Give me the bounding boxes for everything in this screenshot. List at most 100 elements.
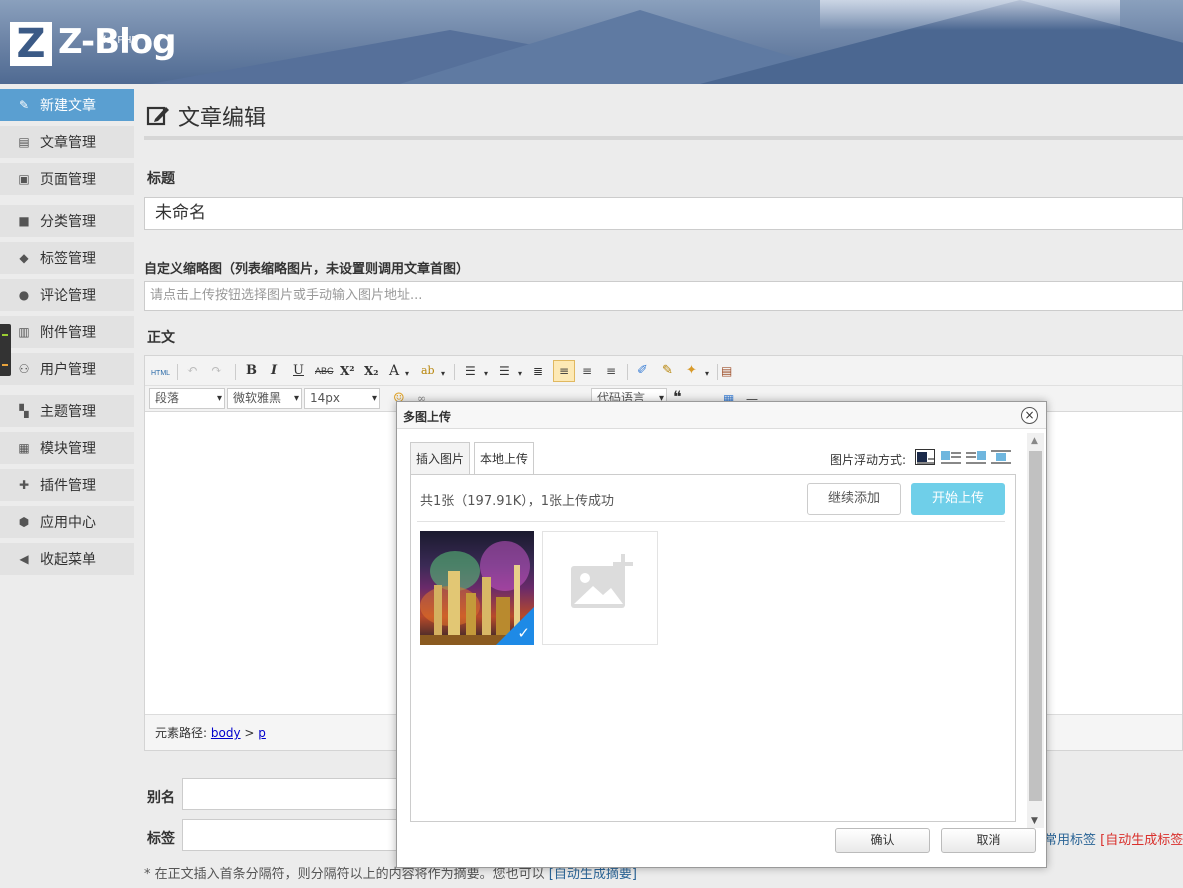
box-icon: ⬢ bbox=[18, 515, 30, 529]
title-label: 标题 bbox=[147, 171, 175, 187]
font-family-select[interactable]: 微软雅黑 bbox=[227, 388, 302, 409]
float-none-icon[interactable] bbox=[915, 449, 935, 465]
thumbnail-input[interactable]: 请点击上传按钮选择图片或手动输入图片地址... bbox=[144, 281, 1183, 311]
chevron-down-icon[interactable]: ▾ bbox=[518, 365, 522, 383]
font-color-button[interactable]: A bbox=[389, 362, 399, 380]
tab-insert-image[interactable]: 插入图片 bbox=[410, 442, 471, 474]
html-source-button[interactable]: HTML bbox=[151, 365, 170, 383]
element-path-body-link[interactable]: body bbox=[211, 726, 241, 740]
dialog-header: 多图上传 × bbox=[397, 402, 1046, 429]
strikethrough-button[interactable]: ABC bbox=[315, 362, 334, 380]
scroll-up-icon[interactable]: ▲ bbox=[1031, 436, 1038, 446]
tab-local-upload[interactable]: 本地上传 bbox=[474, 442, 535, 475]
attachment-icon: ▥ bbox=[18, 325, 30, 339]
sidebar-item-label: 标签管理 bbox=[40, 251, 96, 267]
logo[interactable]: Z Z-Blog bbox=[10, 22, 176, 66]
sidebar-item-modules[interactable]: ▦ 模块管理 bbox=[0, 432, 134, 464]
cancel-button[interactable]: 取消 bbox=[941, 828, 1036, 853]
chevron-down-icon[interactable]: ▾ bbox=[705, 365, 709, 383]
sidebar-item-label: 应用中心 bbox=[40, 515, 96, 531]
element-path-label: 元素路径: bbox=[155, 726, 208, 740]
sidebar-item-pages[interactable]: ▣ 页面管理 bbox=[0, 163, 134, 195]
paragraph-select[interactable]: 段落 bbox=[149, 388, 225, 409]
eraser-icon[interactable]: ✐ bbox=[637, 362, 648, 380]
title-input[interactable]: 未命名 bbox=[144, 197, 1183, 230]
unordered-list-icon[interactable]: ☰ bbox=[499, 362, 510, 380]
puzzle-icon: ✚ bbox=[18, 478, 30, 492]
sidebar-item-label: 插件管理 bbox=[40, 478, 96, 494]
element-path-p-link[interactable]: p bbox=[258, 726, 266, 740]
sidebar-item-themes[interactable]: ▚ 主题管理 bbox=[0, 395, 134, 427]
sidebar-item-app-center[interactable]: ⬢ 应用中心 bbox=[0, 506, 134, 538]
auto-tags-link[interactable]: [自动生成标签] bbox=[1100, 833, 1183, 848]
float-left-icon[interactable] bbox=[941, 449, 961, 465]
sidebar-item-label: 用户管理 bbox=[40, 362, 96, 378]
sidebar-item-attachments[interactable]: ▥ 附件管理 bbox=[0, 316, 134, 348]
chevron-down-icon[interactable]: ▾ bbox=[405, 365, 409, 383]
sidebar-item-collapse[interactable]: ◀ 收起菜单 bbox=[0, 543, 134, 575]
float-center-icon[interactable] bbox=[991, 449, 1011, 465]
italic-button[interactable]: I bbox=[271, 362, 277, 380]
side-drag-handle[interactable] bbox=[0, 324, 11, 376]
tag-icon: ◆ bbox=[19, 251, 29, 265]
theme-icon: ▚ bbox=[19, 404, 29, 418]
logo-mark: Z bbox=[10, 22, 52, 66]
align-center-icon[interactable]: ≡ bbox=[582, 362, 592, 380]
uploaded-image-thumbnail[interactable]: ✓ bbox=[420, 531, 534, 645]
start-upload-button[interactable]: 开始上传 bbox=[911, 483, 1005, 515]
upload-divider bbox=[417, 521, 1005, 522]
sidebar: ✎ 新建文章 ▤ 文章管理 ▣ 页面管理 ■ 分类管理 ◆ 标签管理 ● 评论管… bbox=[0, 84, 134, 888]
dialog-scrollbar[interactable]: ▲ ▼ bbox=[1027, 433, 1044, 828]
editor-toolbar-primary: HTML ↶ ↷ B I U ABC X² X₂ A ▾ ab ▾ ☰ ▾ ☰ … bbox=[145, 356, 1182, 386]
float-right-icon[interactable] bbox=[966, 449, 986, 465]
add-image-icon bbox=[571, 554, 633, 608]
subscript-button[interactable]: X₂ bbox=[364, 362, 379, 380]
common-tags-link[interactable]: 常用标签 bbox=[1044, 833, 1096, 848]
sidebar-item-label: 分类管理 bbox=[40, 214, 96, 230]
align-right-icon[interactable]: ≡ bbox=[606, 362, 616, 380]
upload-panel: 共1张（197.91K），1张上传成功 继续添加 开始上传 ✓ bbox=[410, 474, 1016, 822]
ordered-list-icon[interactable]: ☰ bbox=[465, 362, 476, 380]
grid-icon: ▦ bbox=[18, 441, 30, 455]
edit-icon: ✎ bbox=[18, 98, 30, 112]
page-title: 文章编辑 bbox=[146, 100, 266, 132]
align-left-icon[interactable]: ≡ bbox=[553, 360, 575, 382]
underline-button[interactable]: U bbox=[293, 362, 304, 380]
format-brush-icon[interactable]: ✎ bbox=[662, 362, 673, 380]
scroll-down-icon[interactable]: ▼ bbox=[1031, 816, 1038, 826]
add-image-tile[interactable] bbox=[542, 531, 658, 645]
sidebar-item-articles[interactable]: ▤ 文章管理 bbox=[0, 126, 134, 158]
scrollbar-thumb[interactable] bbox=[1029, 451, 1042, 801]
sidebar-item-tags[interactable]: ◆ 标签管理 bbox=[0, 242, 134, 274]
continue-add-button[interactable]: 继续添加 bbox=[807, 483, 901, 515]
undo-icon[interactable]: ↶ bbox=[187, 362, 198, 380]
magic-wand-icon[interactable]: ✦ bbox=[686, 362, 697, 380]
dialog-title: 多图上传 bbox=[403, 410, 452, 424]
sidebar-item-users[interactable]: ⚇ 用户管理 bbox=[0, 353, 134, 385]
auto-summary-link[interactable]: [自动生成摘要] bbox=[549, 867, 637, 882]
paste-text-icon[interactable]: ▤ bbox=[721, 362, 732, 380]
page-title-text: 文章编辑 bbox=[178, 106, 267, 131]
font-size-select[interactable]: 14px bbox=[304, 388, 380, 409]
snow-decoration bbox=[820, 0, 1120, 30]
check-icon: ✓ bbox=[517, 624, 530, 642]
sidebar-item-new-article[interactable]: ✎ 新建文章 bbox=[0, 89, 134, 121]
thumbnail-label: 自定义缩略图（列表缩略图片，未设置则调用文章首图） bbox=[144, 262, 470, 277]
redo-icon[interactable]: ↷ bbox=[211, 362, 222, 380]
sidebar-item-comments[interactable]: ● 评论管理 bbox=[0, 279, 134, 311]
highlight-icon[interactable]: ab bbox=[421, 362, 435, 380]
sidebar-item-label: 页面管理 bbox=[40, 172, 96, 188]
bold-button[interactable]: B bbox=[246, 362, 257, 380]
confirm-button[interactable]: 确认 bbox=[835, 828, 930, 853]
chevron-down-icon[interactable]: ▾ bbox=[484, 365, 488, 383]
sidebar-item-label: 文章管理 bbox=[40, 135, 96, 151]
sidebar-item-plugins[interactable]: ✚ 插件管理 bbox=[0, 469, 134, 501]
close-icon[interactable]: × bbox=[1021, 407, 1038, 424]
sidebar-item-label: 新建文章 bbox=[40, 98, 96, 114]
sidebar-item-label: 主题管理 bbox=[40, 404, 96, 420]
chevron-down-icon[interactable]: ▾ bbox=[441, 365, 445, 383]
folder-icon: ■ bbox=[18, 214, 30, 228]
sidebar-item-categories[interactable]: ■ 分类管理 bbox=[0, 205, 134, 237]
indent-icon[interactable]: ≣ bbox=[533, 362, 543, 380]
superscript-button[interactable]: X² bbox=[340, 362, 355, 380]
